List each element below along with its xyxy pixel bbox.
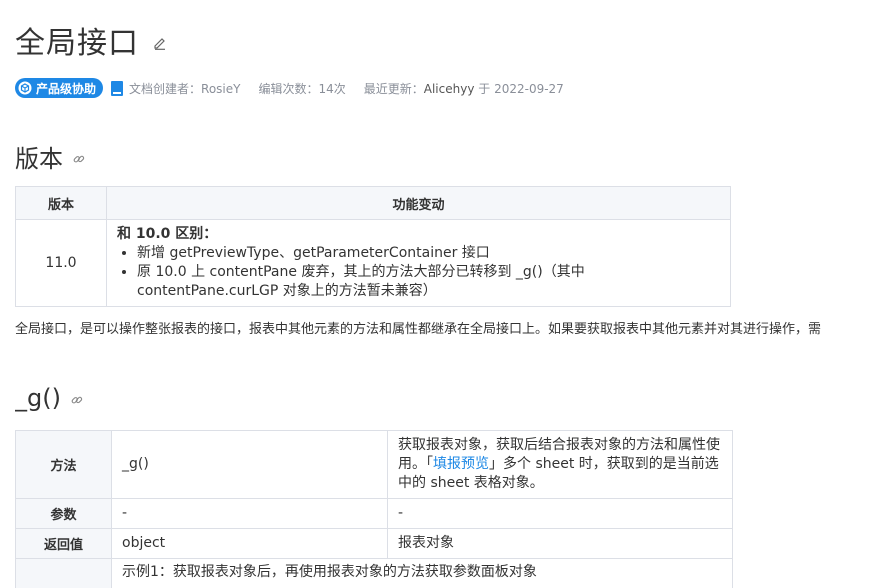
page-title: 全局接口 <box>15 26 139 61</box>
document-icon <box>111 80 124 96</box>
version-table: 版本 功能变动 11.0 和 10.0 区别： 新增 getPreviewTyp… <box>15 186 731 307</box>
product-badge[interactable]: 产品级协助 <box>15 78 104 98</box>
list-item: 新增 getPreviewType、getParameterContainer … <box>137 244 720 263</box>
example-text: 示例1：获取报表对象后，再使用报表对象的方法获取参数面板对象 <box>111 558 733 588</box>
badge-label: 产品级协助 <box>36 81 97 96</box>
api-table: 方法 _g() 获取报表对象，获取后结合报表对象的方法和属性使用。「填报预览」多… <box>15 430 733 588</box>
param-value: - <box>111 498 388 529</box>
anchor-link-icon[interactable] <box>73 153 85 165</box>
anchor-link-icon[interactable] <box>71 394 83 406</box>
method-description: 获取报表对象，获取后结合报表对象的方法和属性使用。「填报预览」多个 sheet … <box>387 430 733 499</box>
return-label: 返回值 <box>15 528 112 559</box>
edit-count: 编辑次数：14次 <box>258 81 346 96</box>
doc-page: 全局接口 产品级协助 文档创建者：RosieY 编辑次数：14次 最近更新：Al… <box>15 0 870 588</box>
col-header-version: 版本 <box>15 186 107 220</box>
version-cell: 11.0 <box>15 219 107 307</box>
intro-paragraph: 全局接口，是可以操作整张报表的接口，报表中其他元素的方法和属性都继承在全局接口上… <box>15 322 822 337</box>
title-row: 全局接口 <box>15 18 167 62</box>
last-updated: 最近更新：Alicehyy 于 2022-09-27 <box>363 81 564 96</box>
changes-cell: 和 10.0 区别： 新增 getPreviewType、getParamete… <box>106 219 731 307</box>
return-value: object <box>111 528 388 559</box>
param-label: 参数 <box>15 498 112 529</box>
diff-title: 和 10.0 区别： <box>117 226 218 242</box>
example-label <box>15 558 112 588</box>
method-label: 方法 <box>15 430 112 499</box>
return-description: 报表对象 <box>387 528 733 559</box>
doc-meta: 产品级协助 文档创建者：RosieY 编辑次数：14次 最近更新：Alicehy… <box>15 78 564 98</box>
doc-creator: 文档创建者：RosieY <box>129 81 241 96</box>
section-version-heading: 版本 <box>15 139 85 174</box>
changes-list: 新增 getPreviewType、getParameterContainer … <box>117 244 720 301</box>
fill-preview-link[interactable]: 填报预览 <box>433 456 489 472</box>
list-item: 原 10.0 上 contentPane 废弃，其上的方法大部分已转移到 _g(… <box>137 263 720 301</box>
col-header-changes: 功能变动 <box>106 186 731 220</box>
cube-icon <box>18 81 32 95</box>
param-description: - <box>387 498 733 529</box>
section-g-heading: _g() <box>15 384 83 412</box>
method-value: _g() <box>111 430 388 499</box>
edit-icon[interactable] <box>153 36 167 50</box>
